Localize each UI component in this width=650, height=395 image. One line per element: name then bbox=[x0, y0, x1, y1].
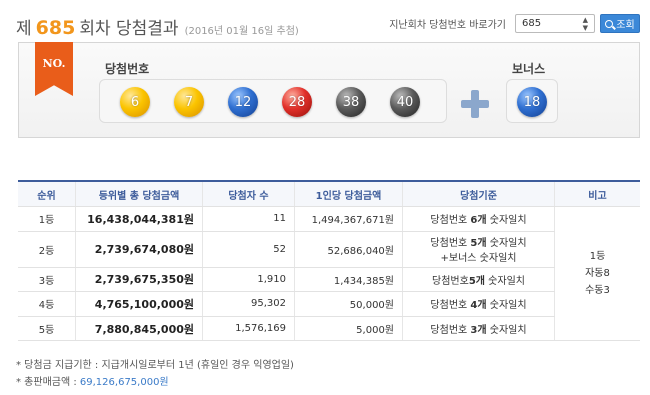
note-line: 1등 bbox=[589, 251, 606, 263]
payment-deadline-note: * 당첨금 지급기한 : 지급개시일로부터 1년 (휴일인 경우 익영업일) bbox=[16, 360, 294, 371]
criteria-count: 3개 bbox=[470, 325, 487, 337]
note-cell: 1등 자동8 수동3 bbox=[555, 207, 640, 342]
criteria-text-end: 숫자일치 bbox=[486, 215, 527, 227]
col-total: 등위별 총 당첨금액 bbox=[76, 182, 203, 206]
table-row: 3등 2,739,675,350원 1,910 1,434,385원 당첨번호5개 숫자… bbox=[18, 267, 555, 293]
col-per-winner: 1인당 당첨금액 bbox=[295, 182, 403, 206]
col-note: 비고 bbox=[588, 190, 607, 202]
winning-numbers-label: 당첨번호 bbox=[105, 62, 150, 76]
table-row: 4등 4,765,100,000원 95,302 50,000원 당첨번호 4개 숫자일… bbox=[18, 292, 555, 317]
rank-cell: 5등 bbox=[18, 316, 76, 341]
round-select-value: 685 bbox=[522, 18, 542, 29]
bonus-number-box: 18 bbox=[506, 79, 558, 123]
bonus-label: 보너스 bbox=[512, 62, 546, 76]
winning-ball: 7 bbox=[174, 87, 204, 117]
note-line: 수동3 bbox=[585, 285, 610, 297]
criteria-text-end: 숫자일치 bbox=[486, 325, 527, 337]
criteria-count: 5개 bbox=[468, 275, 485, 287]
criteria-text: 당첨번호 bbox=[430, 238, 471, 250]
col-rank: 순위 bbox=[18, 182, 76, 206]
total-sales-note: * 총판매금액 : 69,126,675,000원 bbox=[16, 374, 294, 391]
total-prize-cell: 2,739,675,350원 bbox=[76, 267, 203, 292]
title-prefix: 제 bbox=[16, 19, 32, 39]
table-body: 1등 16,438,044,381원 11 1,494,367,671원 당첨번호 6개… bbox=[18, 207, 555, 342]
title-suffix: 회차 당첨결과 bbox=[79, 19, 179, 39]
header: 제 685 회차 당첨결과 (2016년 01월 16일 추첨) 지난회차 당첨번호 … bbox=[16, 8, 640, 39]
table-row: 2등 2,739,674,080원 52 52,686,040원 당첨번호 5개 숫자일… bbox=[18, 231, 555, 268]
per-winner-cell: 1,434,385원 bbox=[295, 267, 403, 292]
total-prize-cell: 4,765,100,000원 bbox=[76, 292, 203, 316]
rank-cell: 3등 bbox=[18, 267, 76, 292]
winners-cell: 95,302 bbox=[203, 292, 295, 316]
winners-cell: 11 bbox=[203, 207, 295, 231]
total-sales-label: * 총판매금액 : bbox=[16, 377, 80, 388]
winning-ball: 28 bbox=[282, 87, 312, 117]
round-number: 685 bbox=[35, 17, 76, 39]
criteria-text-end: 숫자일치 bbox=[485, 275, 525, 287]
bonus-ball: 18 bbox=[517, 87, 547, 117]
winners-cell: 1,910 bbox=[203, 267, 295, 292]
criteria-cell: 당첨번호 5개 숫자일치 +보너스 숫자일치 bbox=[403, 231, 555, 267]
winners-cell: 52 bbox=[203, 231, 295, 267]
rank-cell: 4등 bbox=[18, 292, 76, 316]
col-criteria: 당첨기준 bbox=[403, 182, 555, 206]
total-prize-cell: 16,438,044,381원 bbox=[76, 207, 203, 231]
prize-table: 순위 등위별 총 당첨금액 당첨자 수 1인당 당첨금액 당첨기준 비고 1등 1… bbox=[18, 180, 640, 342]
criteria-count: 5개 bbox=[470, 238, 487, 250]
per-winner-cell: 50,000원 bbox=[295, 292, 403, 316]
rank-cell: 2등 bbox=[18, 231, 76, 267]
total-prize-cell: 7,880,845,000원 bbox=[76, 316, 203, 341]
search-button-label: 조회 bbox=[616, 20, 635, 31]
criteria-count: 4개 bbox=[470, 300, 487, 312]
winning-ball: 6 bbox=[120, 87, 150, 117]
plus-icon bbox=[461, 90, 489, 118]
winners-cell: 1,576,169 bbox=[203, 316, 295, 341]
criteria-text-end: 숫자일치 bbox=[486, 238, 527, 250]
criteria-cell: 당첨번호 6개 숫자일치 bbox=[403, 207, 555, 231]
round-select[interactable]: 685 ▲ ▼ bbox=[515, 14, 595, 33]
total-prize-cell: 2,739,674,080원 bbox=[76, 231, 203, 267]
result-panel: NO. 당첨번호 보너스 6 7 12 28 38 40 18 bbox=[18, 42, 640, 138]
updown-arrow-icon: ▲ ▼ bbox=[582, 15, 588, 32]
col-winners: 당첨자 수 bbox=[203, 182, 295, 206]
criteria-text-end: 숫자일치 bbox=[486, 300, 527, 312]
table-row: 5등 7,880,845,000원 1,576,169 5,000원 당첨번호 3개 숫… bbox=[18, 316, 555, 342]
total-sales-value: 69,126,675,000원 bbox=[79, 377, 169, 388]
criteria-cell: 당첨번호5개 숫자일치 bbox=[403, 267, 555, 292]
page-title: 제 685 회차 당첨결과 (2016년 01월 16일 추첨) bbox=[16, 14, 299, 39]
search-icon bbox=[605, 19, 614, 28]
criteria-count: 6개 bbox=[470, 215, 487, 227]
criteria-text: 당첨번호 bbox=[430, 215, 471, 227]
winning-ball: 38 bbox=[336, 87, 366, 117]
winning-ball: 12 bbox=[228, 87, 258, 117]
criteria-text: 당첨번호 bbox=[430, 300, 471, 312]
criteria-cell: 당첨번호 4개 숫자일치 bbox=[403, 292, 555, 316]
goto-label: 지난회차 당첨번호 바로가기 bbox=[389, 20, 506, 31]
round-navigator: 지난회차 당첨번호 바로가기 685 ▲ ▼ 조회 bbox=[389, 14, 640, 33]
search-button[interactable]: 조회 bbox=[600, 14, 640, 33]
table-header: 순위 등위별 총 당첨금액 당첨자 수 1인당 당첨금액 당첨기준 비고 bbox=[18, 182, 640, 207]
note-line: 자동8 bbox=[585, 268, 610, 280]
winning-ball: 40 bbox=[390, 87, 420, 117]
draw-date: (2016년 01월 16일 추첨) bbox=[184, 26, 299, 37]
winning-numbers: 6 7 12 28 38 40 bbox=[99, 79, 447, 123]
criteria-cell: 당첨번호 3개 숫자일치 bbox=[403, 316, 555, 341]
per-winner-cell: 1,494,367,671원 bbox=[295, 207, 403, 231]
rank-cell: 1등 bbox=[18, 207, 76, 231]
criteria-text: 당첨번호 bbox=[430, 325, 471, 337]
table-row: 1등 16,438,044,381원 11 1,494,367,671원 당첨번호 6개… bbox=[18, 207, 555, 232]
per-winner-cell: 5,000원 bbox=[295, 316, 403, 341]
per-winner-cell: 52,686,040원 bbox=[295, 231, 403, 267]
criteria-text: 당첨번호 bbox=[432, 275, 469, 287]
number-badge: NO. bbox=[35, 42, 73, 96]
footnotes: * 당첨금 지급기한 : 지급개시일로부터 1년 (휴일인 경우 익영업일) *… bbox=[16, 357, 294, 391]
criteria-bonus-text: +보너스 숫자일치 bbox=[440, 253, 517, 265]
